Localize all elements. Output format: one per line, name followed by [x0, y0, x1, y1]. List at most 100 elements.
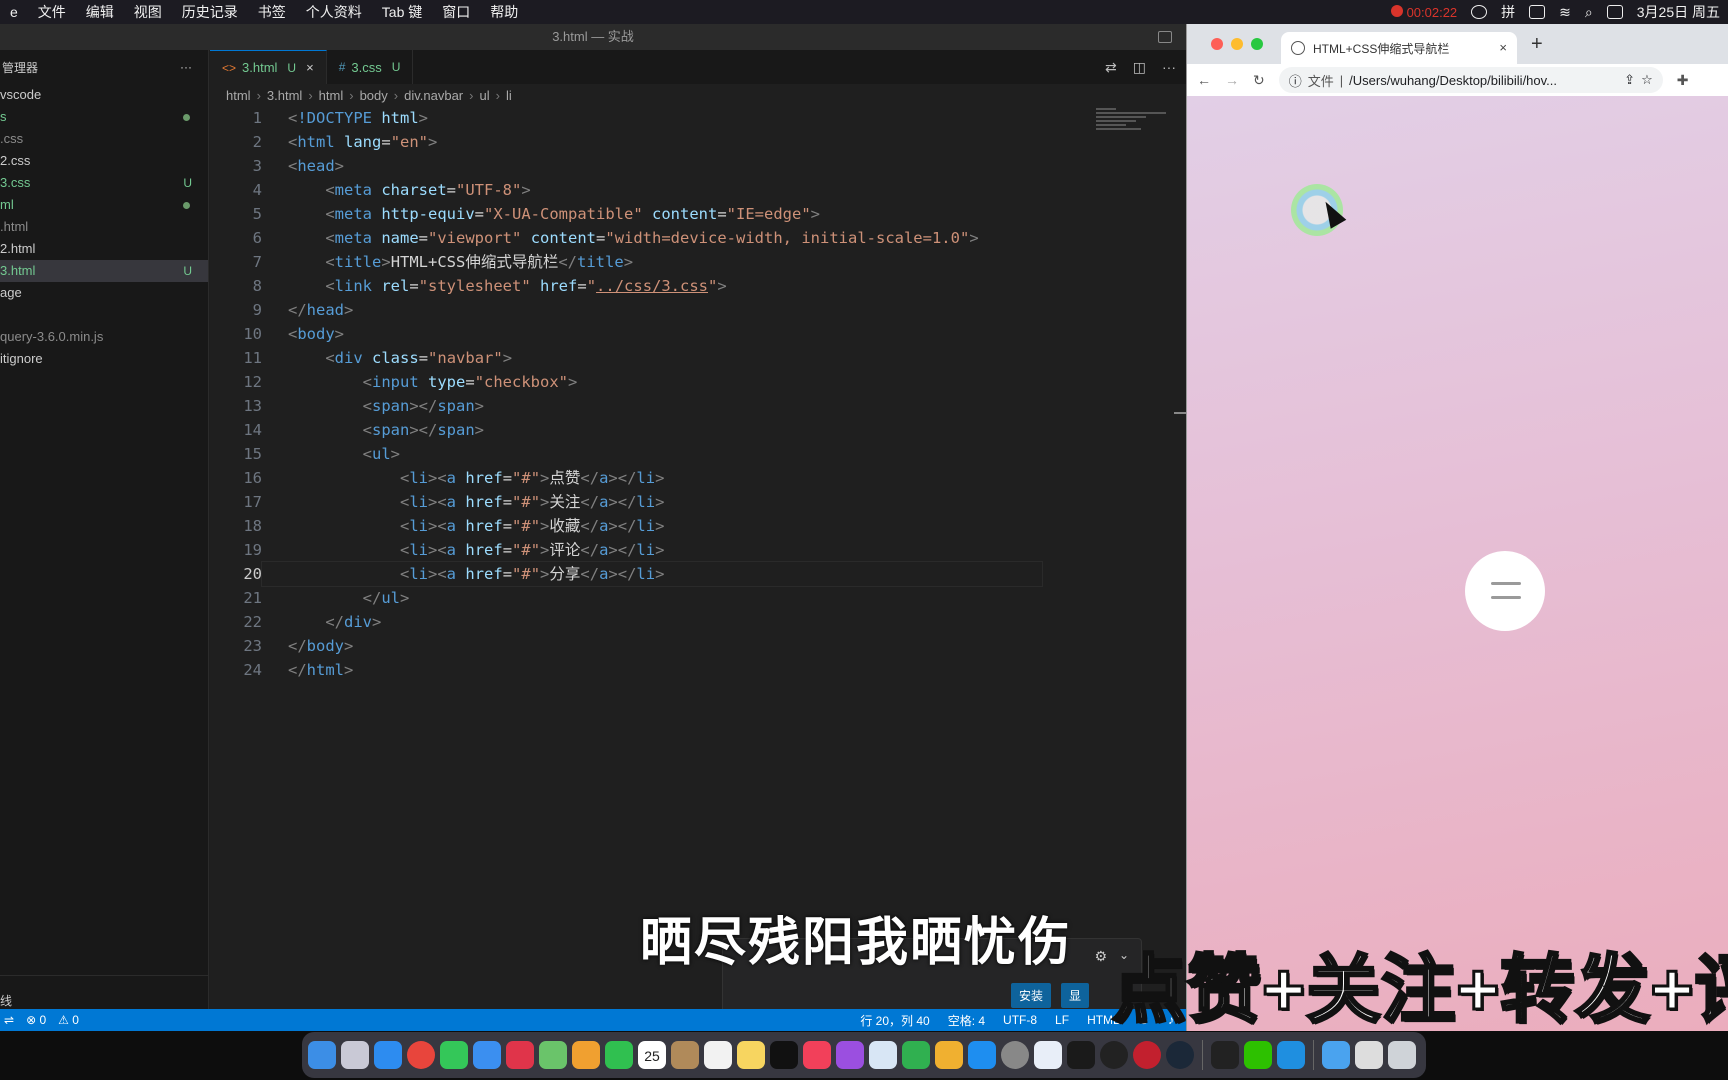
downloads-folder-icon[interactable]	[1322, 1041, 1350, 1069]
menu-help[interactable]: 帮助	[480, 2, 528, 22]
cursor-position[interactable]: 行 20，列 40	[860, 1012, 929, 1029]
maps-icon[interactable]	[539, 1041, 567, 1069]
share-icon[interactable]: ⇪	[1624, 72, 1635, 88]
more-icon[interactable]: ···	[1162, 59, 1176, 75]
code-line[interactable]: 22 </div>	[210, 610, 1080, 634]
control-center-icon[interactable]	[1606, 5, 1623, 19]
app-store-icon[interactable]	[968, 1041, 996, 1069]
compare-icon[interactable]: ⇄	[1105, 59, 1117, 76]
trash-icon[interactable]	[1388, 1041, 1416, 1069]
zoom-window-button[interactable]	[1251, 38, 1263, 50]
facetime-icon[interactable]	[605, 1041, 633, 1069]
notes-icon[interactable]	[737, 1041, 765, 1069]
calendar-icon[interactable]: 25	[638, 1041, 666, 1069]
file-tree-item[interactable]: .html	[0, 216, 208, 238]
breadcrumb-item[interactable]: html	[319, 88, 344, 103]
reminders-icon[interactable]	[704, 1041, 732, 1069]
code-line[interactable]: 21 </ul>	[210, 586, 1080, 610]
search-icon[interactable]: ⌕	[1585, 4, 1593, 21]
menu-window[interactable]: 窗口	[432, 2, 480, 22]
podcasts-icon[interactable]	[836, 1041, 864, 1069]
reload-icon[interactable]: ↻	[1253, 72, 1265, 89]
steam-icon[interactable]	[1166, 1041, 1194, 1069]
file-tree-item[interactable]: query-3.6.0.min.js	[0, 326, 208, 348]
menu-edit[interactable]: 编辑	[76, 2, 124, 22]
file-tree-item[interactable]: age	[0, 282, 208, 304]
launchpad-icon[interactable]	[341, 1041, 369, 1069]
menu-file[interactable]: 文件	[28, 2, 76, 22]
breadcrumb-item[interactable]: html	[226, 88, 251, 103]
file-tree-item[interactable]	[0, 304, 208, 326]
more-actions-button[interactable]: ···	[180, 60, 192, 74]
music-icon[interactable]	[803, 1041, 831, 1069]
terminal-icon[interactable]	[1211, 1041, 1239, 1069]
info-icon[interactable]: ⓘ	[1289, 71, 1302, 90]
code-line[interactable]: 13 <span></span>	[210, 394, 1080, 418]
mail-icon[interactable]	[473, 1041, 501, 1069]
file-tree-item[interactable]: .css	[0, 128, 208, 150]
split-editor-icon[interactable]: ◫	[1133, 59, 1146, 76]
bookmark-star-icon[interactable]: ☆	[1641, 72, 1653, 88]
vscode-icon[interactable]	[1277, 1041, 1305, 1069]
navbar-toggle-button[interactable]	[1465, 551, 1545, 631]
indentation[interactable]: 空格: 4	[948, 1012, 985, 1029]
code-line[interactable]: 11 <div class="navbar">	[210, 346, 1080, 370]
record-indicator[interactable]: 00:02:22	[1390, 4, 1457, 20]
jetbrains-icon[interactable]	[1067, 1041, 1095, 1069]
browser-tab[interactable]: HTML+CSS伸缩式导航栏 ×	[1281, 32, 1517, 64]
scrollbar[interactable]	[1174, 412, 1186, 414]
photos-icon[interactable]	[572, 1041, 600, 1069]
gear-icon[interactable]: ⚙	[1094, 948, 1107, 965]
wifi-icon[interactable]: ≋	[1559, 4, 1571, 21]
close-icon[interactable]: ×	[306, 60, 314, 75]
code-editor[interactable]: 1 <!DOCTYPE html> 2 <html lang="en"> 3 <head>…	[210, 106, 1080, 682]
file-tree-item[interactable]: 2.css	[0, 150, 208, 172]
code-line[interactable]: 16 <li><a href="#">点赞</a></li>	[210, 466, 1080, 490]
warning-count[interactable]: ⚠ 0	[58, 1013, 79, 1027]
xmind-icon[interactable]	[506, 1041, 534, 1069]
input-method[interactable]: 拼	[1501, 2, 1515, 22]
screen-preview-icon[interactable]	[1355, 1041, 1383, 1069]
wechat-dock-icon[interactable]	[1244, 1041, 1272, 1069]
file-tree-item[interactable]: ml	[0, 194, 208, 216]
error-count[interactable]: ⊗ 0	[26, 1013, 46, 1027]
minimap[interactable]	[1096, 106, 1186, 166]
close-icon[interactable]: ×	[1499, 40, 1507, 55]
file-tree-item[interactable]: 2.html	[0, 238, 208, 260]
code-line[interactable]: 23 </body>	[210, 634, 1080, 658]
extensions-icon[interactable]: ✚	[1677, 72, 1689, 89]
code-line[interactable]: 5 <meta http-equiv="X-UA-Compatible" con…	[210, 202, 1080, 226]
qq-icon[interactable]	[1100, 1041, 1128, 1069]
menu-tab[interactable]: Tab 键	[372, 2, 432, 22]
code-line[interactable]: 19 <li><a href="#">评论</a></li>	[210, 538, 1080, 562]
breadcrumb-item[interactable]: div.navbar	[404, 88, 463, 103]
code-line[interactable]: 18 <li><a href="#">收藏</a></li>	[210, 514, 1080, 538]
back-icon[interactable]: ←	[1197, 72, 1211, 88]
baidu-netdisk-icon[interactable]	[1034, 1041, 1062, 1069]
code-line[interactable]: 2 <html lang="en">	[210, 130, 1080, 154]
code-line[interactable]: 7 <title>HTML+CSS伸缩式导航栏</title>	[210, 250, 1080, 274]
breadcrumb-item[interactable]: li	[506, 88, 512, 103]
file-tree-item[interactable]: 3.css U	[0, 172, 208, 194]
safari-icon[interactable]	[374, 1041, 402, 1069]
menu-history[interactable]: 历史记录	[172, 2, 248, 22]
new-tab-button[interactable]: +	[1531, 33, 1543, 56]
forward-icon[interactable]: →	[1225, 72, 1239, 88]
line-ending[interactable]: LF	[1055, 1013, 1069, 1027]
remote-icon[interactable]: ⇌	[4, 1013, 14, 1027]
finder-icon[interactable]	[308, 1041, 336, 1069]
outline-panel[interactable]: 线	[0, 975, 208, 1009]
battery-icon[interactable]	[1529, 5, 1546, 19]
file-tree-item[interactable]: vscode	[0, 84, 208, 106]
encoding[interactable]: UTF-8	[1003, 1013, 1037, 1027]
code-line[interactable]: 15 <ul>	[210, 442, 1080, 466]
code-line[interactable]: 9 </head>	[210, 298, 1080, 322]
menu-view[interactable]: 视图	[124, 2, 172, 22]
code-line[interactable]: 20 <li><a href="#">分享</a></li>	[210, 561, 1080, 587]
file-tree-item[interactable]: itignore	[0, 348, 208, 370]
netease-music-icon[interactable]	[1133, 1041, 1161, 1069]
system-preferences-icon[interactable]	[1001, 1041, 1029, 1069]
code-line[interactable]: 14 <span></span>	[210, 418, 1080, 442]
breadcrumb-item[interactable]: 3.html	[267, 88, 302, 103]
chrome-icon[interactable]	[407, 1041, 435, 1069]
